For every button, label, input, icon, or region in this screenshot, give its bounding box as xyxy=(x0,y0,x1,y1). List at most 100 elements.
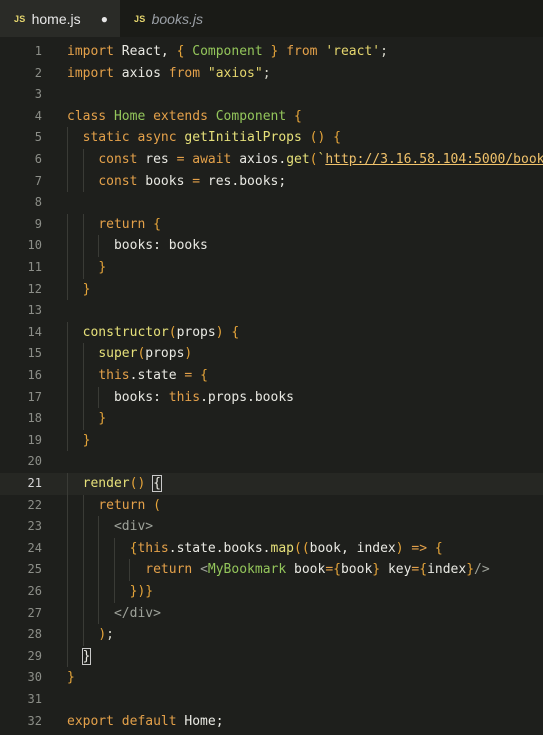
line-number: 1 xyxy=(34,44,42,58)
code-token: } xyxy=(82,281,91,297)
code-token: { xyxy=(176,44,193,59)
code-token: Component xyxy=(192,44,263,59)
line-number: 2 xyxy=(34,65,42,80)
code-line[interactable]: 18 } xyxy=(0,408,543,430)
code-token: res xyxy=(145,152,177,167)
code-line[interactable]: 26 })} xyxy=(0,581,543,603)
tab-books-js[interactable]: JS books.js xyxy=(120,0,215,37)
code-line[interactable]: 28 ); xyxy=(0,624,543,646)
code-token: books xyxy=(145,173,193,189)
code-token: from xyxy=(168,65,208,81)
code-line[interactable]: 17 books: this.props.books xyxy=(0,386,543,409)
code-token: book xyxy=(294,562,326,578)
line-number: 32 xyxy=(27,713,42,728)
code-line[interactable]: 9 return { xyxy=(0,213,543,236)
tab-bar: JS home.js ● JS books.js xyxy=(0,0,543,37)
code-line[interactable]: 27 </div> xyxy=(0,602,543,625)
code-token: axios. xyxy=(239,152,287,167)
code-token: Home; xyxy=(184,713,224,729)
line-number: 4 xyxy=(34,108,42,123)
code-token: } xyxy=(81,647,92,665)
code-token[interactable]: http://3.16.58.104:5000/books xyxy=(325,152,543,167)
code-line[interactable]: 19 } xyxy=(0,429,543,452)
code-line[interactable]: 14 constructor(props) { xyxy=(0,321,543,344)
code-line[interactable]: 32 export default Home; xyxy=(0,711,543,733)
code-token: export default xyxy=(67,713,185,729)
code-token: .props.books xyxy=(200,389,294,405)
code-text: import axios from "axios"; xyxy=(67,63,271,85)
line-number: 3 xyxy=(34,87,42,102)
code-line[interactable]: 3 xyxy=(0,84,543,106)
code-token: React, xyxy=(121,44,177,59)
code-line[interactable]: 2 import axios from "axios"; xyxy=(0,63,543,85)
code-line[interactable]: 1 import React, { Component } from 'react… xyxy=(0,41,543,63)
code-text: books: this.props.books xyxy=(67,387,294,409)
line-number: 15 xyxy=(27,346,42,361)
code-text: books: books xyxy=(67,235,208,257)
code-token: import xyxy=(67,44,122,59)
tab-home-js[interactable]: JS home.js ● xyxy=(0,0,120,37)
code-token: ) { xyxy=(215,324,240,340)
code-line[interactable]: 7 const books = res.books; xyxy=(0,170,543,193)
code-line[interactable]: 11 } xyxy=(0,257,543,279)
line-number: 30 xyxy=(27,670,42,685)
code-line[interactable]: 12 } xyxy=(0,278,543,301)
line-number: 27 xyxy=(27,605,42,620)
code-token: ; xyxy=(262,65,271,81)
code-token: Home xyxy=(113,108,154,124)
code-token: { xyxy=(294,108,302,124)
code-line[interactable]: 31 xyxy=(0,689,543,711)
code-token: props xyxy=(145,346,185,362)
code-token: this xyxy=(98,368,130,383)
code-token: const xyxy=(98,152,146,167)
code-token: } xyxy=(262,44,287,59)
code-token: ( xyxy=(153,497,161,513)
line-number: 12 xyxy=(27,281,42,296)
code-token: book, index xyxy=(309,540,396,556)
code-line[interactable]: 20 xyxy=(0,451,543,473)
code-token: class xyxy=(67,108,114,124)
code-line[interactable]: 29 } xyxy=(0,645,543,668)
code-token: "axios" xyxy=(207,65,263,81)
code-line[interactable]: 16 this.state = { xyxy=(0,365,543,387)
code-token: books: books xyxy=(67,238,208,254)
code-line[interactable]: 5 static async getInitialProps () { xyxy=(0,127,543,149)
line-number: 19 xyxy=(27,432,42,447)
code-token: extends xyxy=(153,108,216,124)
code-line[interactable]: 15 super(props) xyxy=(0,343,543,365)
code-line[interactable]: 21 render() { xyxy=(0,473,543,495)
code-line[interactable]: 25 return <MyBookmark book={book} key={i… xyxy=(0,559,543,581)
code-token: book xyxy=(340,562,373,578)
code-line[interactable]: 10 books: books xyxy=(0,235,543,257)
code-token: } xyxy=(372,562,388,578)
code-token: index xyxy=(427,562,467,578)
tab-label: books.js xyxy=(151,10,203,27)
code-line[interactable]: 30} xyxy=(0,667,543,689)
code-text: } xyxy=(67,257,106,279)
code-line[interactable]: 13 xyxy=(0,300,543,322)
code-text: class Home extends Component { xyxy=(67,106,302,128)
code-token: const xyxy=(98,173,146,189)
code-editor[interactable]: 1 import React, { Component } from 'react… xyxy=(0,37,543,735)
code-line[interactable]: 23 <div> xyxy=(0,516,543,538)
code-text: <div> xyxy=(67,516,153,538)
code-line[interactable]: 22 return ( xyxy=(0,494,543,517)
line-number: 21 xyxy=(27,476,42,490)
code-line[interactable]: 4 class Home extends Component { xyxy=(0,106,543,128)
code-token: } xyxy=(98,411,107,427)
code-line[interactable]: 24 {this.state.books.map((book, index) =… xyxy=(0,537,543,560)
unsaved-dot-icon[interactable]: ● xyxy=(101,12,108,26)
code-line[interactable]: 6 const res = await axios.get(`http://3.… xyxy=(0,149,543,171)
code-line[interactable]: 8 xyxy=(0,192,543,214)
